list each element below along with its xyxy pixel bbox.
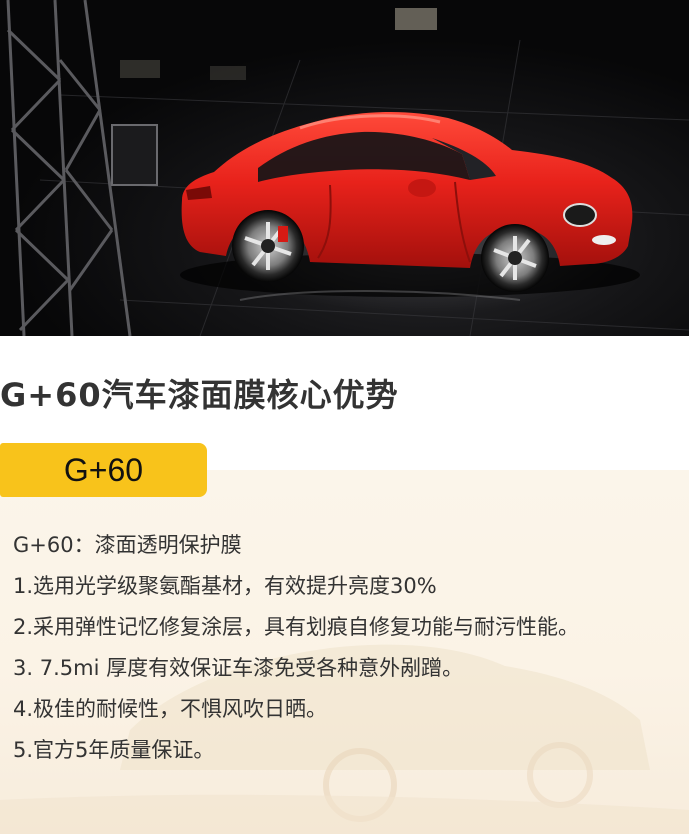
product-badge: G+60: [0, 443, 207, 497]
hero-car-image: [0, 0, 689, 336]
feature-item: 1.选用光学级聚氨酯基材，有效提升亮度30%: [13, 574, 437, 598]
page-title: G+60汽车漆面膜核心优势: [0, 376, 399, 414]
feature-intro: G+60：漆面透明保护膜: [13, 533, 242, 557]
car-illustration: [6, 0, 689, 336]
feature-item: 4.极佳的耐候性，不惧风吹日晒。: [13, 697, 328, 721]
feature-item: 5.官方5年质量保证。: [13, 738, 215, 762]
feature-item: 3. 7.5mi 厚度有效保证车漆免受各种意外剐蹭。: [13, 656, 464, 680]
feature-list: G+60：漆面透明保护膜 1.选用光学级聚氨酯基材，有效提升亮度30% 2.采用…: [13, 525, 673, 771]
feature-item: 2.采用弹性记忆修复涂层，具有划痕自修复功能与耐污性能。: [13, 615, 580, 639]
